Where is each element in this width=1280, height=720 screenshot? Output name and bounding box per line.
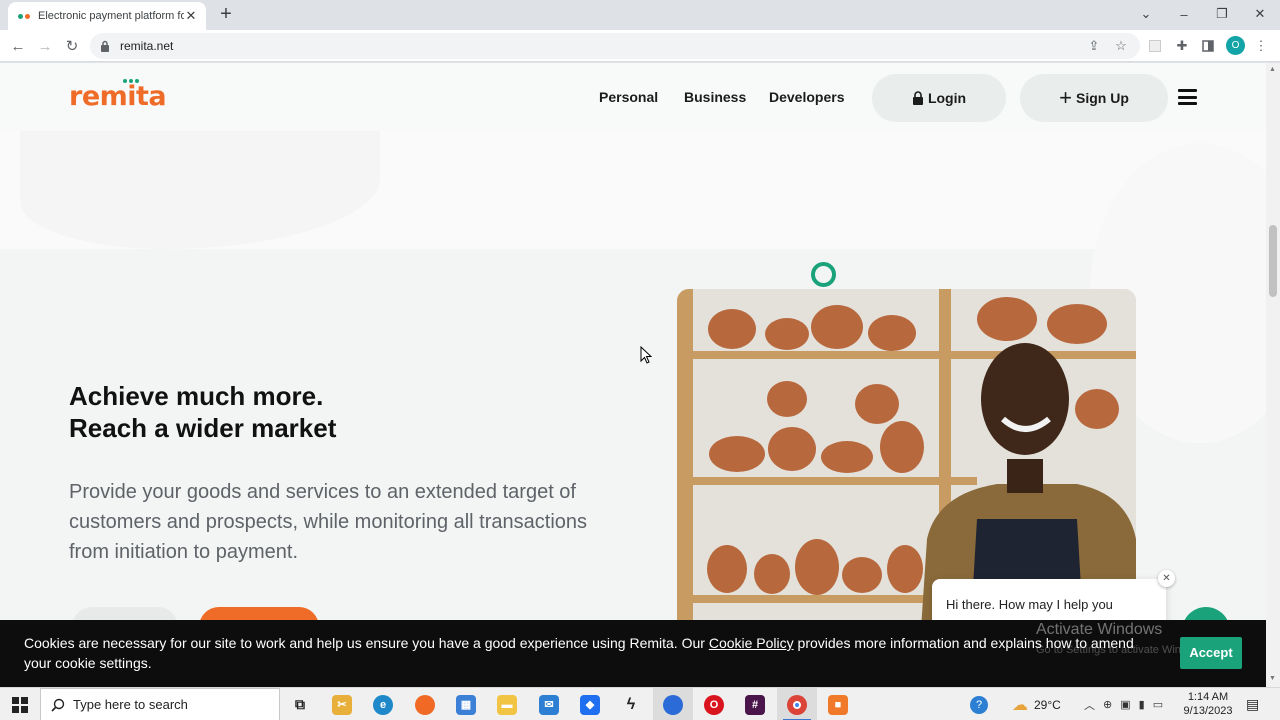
- chrome-icon[interactable]: [777, 688, 817, 720]
- address-bar[interactable]: remita.net ⇪ ☆: [90, 33, 1140, 59]
- recorder-app-icon[interactable]: ■: [818, 688, 858, 720]
- browser-tabstrip: Electronic payment platform for ✕ + ⌄ – …: [0, 0, 1280, 30]
- extension-square-icon[interactable]: [1145, 36, 1165, 56]
- nav-developers[interactable]: Developers: [769, 89, 844, 105]
- nav-personal[interactable]: Personal: [599, 89, 658, 105]
- hero-subtext: Provide your goods and services to an ex…: [69, 481, 588, 563]
- firefox-icon[interactable]: [405, 688, 445, 720]
- logo-text: remita: [69, 81, 167, 112]
- taskbar-clock[interactable]: 1:14 AM 9/13/2023: [1180, 690, 1236, 718]
- edge-browser-icon[interactable]: e: [363, 688, 403, 720]
- tab-search-chevron-icon[interactable]: ⌄: [1127, 0, 1165, 28]
- remita-favicon-icon: [16, 8, 32, 24]
- browser-menu-icon[interactable]: ⋮: [1251, 36, 1271, 56]
- weather-cloud-icon: ☁: [1012, 696, 1028, 714]
- volume-icon[interactable]: ▮: [1139, 698, 1145, 711]
- cookie-banner: Cookies are necessary for our site to wo…: [0, 620, 1266, 687]
- mail-icon[interactable]: ✉: [529, 688, 569, 720]
- temperature-text: 29°C: [1034, 697, 1061, 712]
- share-icon[interactable]: ⇪: [1085, 37, 1103, 55]
- new-tab-icon[interactable]: +: [216, 4, 236, 24]
- site-header: remita Personal Business Developers Logi…: [0, 63, 1266, 131]
- tools-app-icon[interactable]: ✂: [322, 688, 362, 720]
- search-icon: [51, 698, 65, 712]
- hamburger-menu-icon[interactable]: [1178, 89, 1197, 105]
- browser-toolbar: ← → ↻ remita.net ⇪ ☆ ✚ O ⋮: [0, 30, 1280, 62]
- reload-icon[interactable]: ↻: [62, 36, 82, 56]
- tray-chevron-icon[interactable]: ︿: [1084, 697, 1095, 713]
- microsoft-store-icon[interactable]: ▦: [446, 688, 486, 720]
- minimize-icon[interactable]: –: [1165, 0, 1203, 28]
- cookie-text-before: Cookies are necessary for our site to wo…: [24, 635, 709, 651]
- scroll-down-arrow-icon[interactable]: ▼: [1269, 675, 1276, 682]
- lock-icon: [100, 40, 110, 52]
- clock-time: 1:14 AM: [1187, 691, 1229, 703]
- task-view-icon[interactable]: ⧉: [280, 688, 320, 720]
- battery-icon[interactable]: ▭: [1153, 698, 1163, 711]
- tab-close-icon[interactable]: ✕: [184, 8, 198, 24]
- mouse-cursor-icon: [640, 346, 652, 364]
- cookie-text: Cookies are necessary for our site to wo…: [24, 633, 1164, 673]
- windows-start-icon[interactable]: [0, 688, 40, 720]
- remita-logo[interactable]: remita: [69, 79, 167, 112]
- scroll-up-arrow-icon[interactable]: ▲: [1269, 66, 1276, 73]
- extensions-puzzle-icon[interactable]: ✚: [1172, 36, 1192, 56]
- headline-line-2: Reach a wider market: [69, 413, 337, 443]
- restore-icon[interactable]: ❐: [1203, 0, 1241, 28]
- network-icon[interactable]: ⊕: [1103, 698, 1112, 711]
- weather-widget[interactable]: ☁ 29°C: [1012, 688, 1061, 720]
- padlock-icon: [912, 91, 923, 105]
- tab-title: Electronic payment platform for: [38, 10, 184, 22]
- logo-dots: [123, 79, 139, 83]
- hero-headline: Achieve much more. Reach a wider market: [69, 380, 336, 444]
- cookie-policy-link[interactable]: Cookie Policy: [709, 635, 794, 651]
- scrollbar-thumb[interactable]: [1269, 225, 1277, 297]
- chat-close-icon[interactable]: ✕: [1158, 570, 1175, 587]
- headline-line-1: Achieve much more.: [69, 381, 324, 411]
- cookie-accept-button[interactable]: Accept: [1180, 637, 1242, 669]
- help-icon[interactable]: ?: [970, 688, 988, 720]
- system-tray[interactable]: ︿ ⊕ ▣ ▮ ▭: [1084, 688, 1163, 720]
- url-text: remita.net: [120, 39, 174, 53]
- chat-greeting-text: Hi there. How may I help you: [946, 597, 1113, 612]
- profile-avatar[interactable]: O: [1226, 36, 1245, 55]
- page-viewport: remita Personal Business Developers Logi…: [0, 63, 1266, 687]
- bolt-app-icon[interactable]: ϟ: [611, 688, 651, 720]
- window-close-icon[interactable]: ✕: [1241, 0, 1279, 28]
- taskbar-search-placeholder: Type here to search: [73, 697, 188, 712]
- login-label: Login: [927, 90, 967, 106]
- bookmark-star-icon[interactable]: ☆: [1112, 37, 1130, 55]
- taskbar-search-input[interactable]: Type here to search: [40, 688, 280, 720]
- activate-windows-title: Activate Windows: [1036, 621, 1163, 638]
- opera-icon[interactable]: O: [694, 688, 734, 720]
- slack-icon[interactable]: #: [735, 688, 775, 720]
- windows-taskbar: Type here to search ⧉ ✂ e ▦ ▬ ✉ ◆ ϟ O # …: [0, 687, 1280, 720]
- dropbox-icon[interactable]: ◆: [570, 688, 610, 720]
- decorative-ring: [811, 262, 836, 287]
- plus-icon: +: [1059, 85, 1072, 110]
- file-explorer-icon[interactable]: ▬: [487, 688, 527, 720]
- page-scrollbar[interactable]: ▲ ▼: [1266, 63, 1280, 687]
- browser-tab-active[interactable]: Electronic payment platform for ✕: [8, 2, 206, 30]
- firefox-dev-icon[interactable]: [653, 688, 693, 720]
- signup-label: Sign Up: [1075, 90, 1129, 106]
- signup-button[interactable]: + Sign Up: [1020, 74, 1168, 122]
- login-button[interactable]: Login: [872, 74, 1006, 122]
- side-panel-icon[interactable]: [1198, 36, 1218, 56]
- camera-icon[interactable]: ▣: [1120, 698, 1130, 711]
- back-arrow-icon[interactable]: ←: [8, 36, 28, 56]
- clock-date: 9/13/2023: [1183, 705, 1233, 717]
- forward-arrow-icon[interactable]: →: [35, 36, 55, 56]
- nav-business[interactable]: Business: [684, 89, 746, 105]
- notifications-icon[interactable]: ▤: [1246, 688, 1259, 720]
